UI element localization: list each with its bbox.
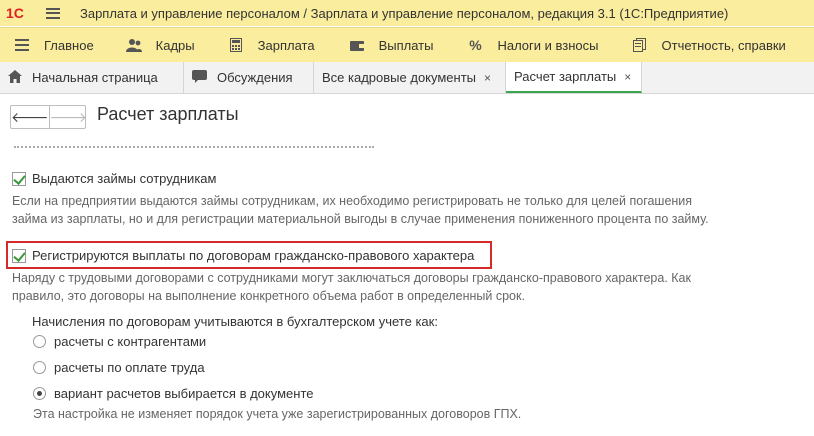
arrow-left-icon: 🡐 xyxy=(11,108,49,125)
close-icon[interactable]: × xyxy=(484,71,491,85)
accounting-method-label: Начисления по договорам учитываются в бу… xyxy=(32,314,438,329)
radio-option-payroll[interactable]: расчеты по оплате труда xyxy=(33,360,205,375)
reports-icon xyxy=(632,37,648,53)
radio-button-selected[interactable] xyxy=(33,387,46,400)
page-title: Расчет зарплаты xyxy=(97,104,239,124)
window-title: Зарплата и управление персоналом / Зарпл… xyxy=(80,5,729,21)
checkbox-label: Выдаются займы сотрудникам xyxy=(32,171,217,186)
radio-label: расчеты по оплате труда xyxy=(54,360,205,375)
radio-label: расчеты с контрагентами xyxy=(54,334,207,349)
app-logo: 1С xyxy=(6,5,24,21)
title-bar: 1С Зарплата и управление персоналом / За… xyxy=(0,0,814,26)
section-label: Зарплата xyxy=(257,37,315,53)
checkbox-label: Регистрируются выплаты по договорам граж… xyxy=(32,248,475,263)
open-windows-tabs: Начальная страница Обсуждения Все кадров… xyxy=(0,62,814,94)
tab-payroll-calculation[interactable]: Расчет зарплаты × xyxy=(506,62,642,93)
section-salary[interactable]: Зарплата xyxy=(228,37,315,53)
description-line: займа из зарплаты, но и для регистрации … xyxy=(12,211,709,226)
sections-panel: Главное Кадры Зарплата Выплаты % Налоги … xyxy=(0,27,814,62)
hamburger-icon xyxy=(14,37,30,53)
back-button[interactable]: 🡐 xyxy=(11,106,50,128)
tab-label: Обсуждения xyxy=(217,70,293,85)
description-line: Если на предприятии выдаются займы сотру… xyxy=(12,194,693,208)
gph-payments-checkbox[interactable]: Регистрируются выплаты по договорам граж… xyxy=(12,248,474,263)
section-label: Налоги и взносы xyxy=(497,37,599,53)
tab-all-hr-documents[interactable]: Все кадровые документы × xyxy=(314,62,506,93)
radio-button[interactable] xyxy=(33,361,46,374)
tab-label: Все кадровые документы xyxy=(322,70,477,85)
section-reports[interactable]: Отчетность, справки xyxy=(632,37,786,53)
checkbox-checked-icon[interactable] xyxy=(12,171,26,186)
percent-icon: % xyxy=(469,37,482,53)
scrolled-content-edge xyxy=(14,145,374,149)
wallet-icon xyxy=(349,37,365,53)
section-payments[interactable]: Выплаты xyxy=(349,37,434,53)
gph-description: Наряду с трудовыми договорами с сотрудни… xyxy=(12,270,691,305)
home-icon xyxy=(8,69,22,86)
section-label: Кадры xyxy=(155,37,195,53)
section-label: Главное xyxy=(44,37,94,53)
close-icon[interactable]: × xyxy=(624,70,631,84)
radio-label: вариант расчетов выбирается в документе xyxy=(54,386,314,401)
description-line: правило, это договоры на выполнение конк… xyxy=(12,288,525,303)
navigation-buttons: 🡐 🡒 xyxy=(10,105,88,129)
arrow-right-icon: 🡒 xyxy=(49,108,88,125)
tab-discussions[interactable]: Обсуждения xyxy=(184,62,314,93)
section-main[interactable]: Главное xyxy=(14,37,94,53)
loans-description: Если на предприятии выдаются займы сотру… xyxy=(12,193,709,228)
section-taxes[interactable]: % Налоги и взносы xyxy=(467,37,598,53)
people-icon xyxy=(125,37,142,53)
checkbox-checked-icon[interactable] xyxy=(12,248,26,263)
section-label: Выплаты xyxy=(378,37,434,53)
section-staff[interactable]: Кадры xyxy=(125,37,195,53)
accounting-note: Эта настройка не изменяет порядок учета … xyxy=(33,407,522,421)
main-menu-icon[interactable] xyxy=(46,7,60,19)
tab-label: Расчет зарплаты xyxy=(514,69,617,84)
chat-icon xyxy=(192,69,207,86)
radio-option-in-document[interactable]: вариант расчетов выбирается в документе xyxy=(33,386,313,401)
tab-home[interactable]: Начальная страница xyxy=(0,62,184,93)
description-line: Наряду с трудовыми договорами с сотрудни… xyxy=(12,271,691,285)
tab-label: Начальная страница xyxy=(32,70,158,85)
radio-option-counterparties[interactable]: расчеты с контрагентами xyxy=(33,334,206,349)
section-label: Отчетность, справки xyxy=(661,37,786,53)
radio-button[interactable] xyxy=(33,335,46,348)
forward-button[interactable]: 🡒 xyxy=(50,106,88,128)
loans-checkbox[interactable]: Выдаются займы сотрудникам xyxy=(12,171,216,186)
calculator-icon xyxy=(228,37,244,53)
